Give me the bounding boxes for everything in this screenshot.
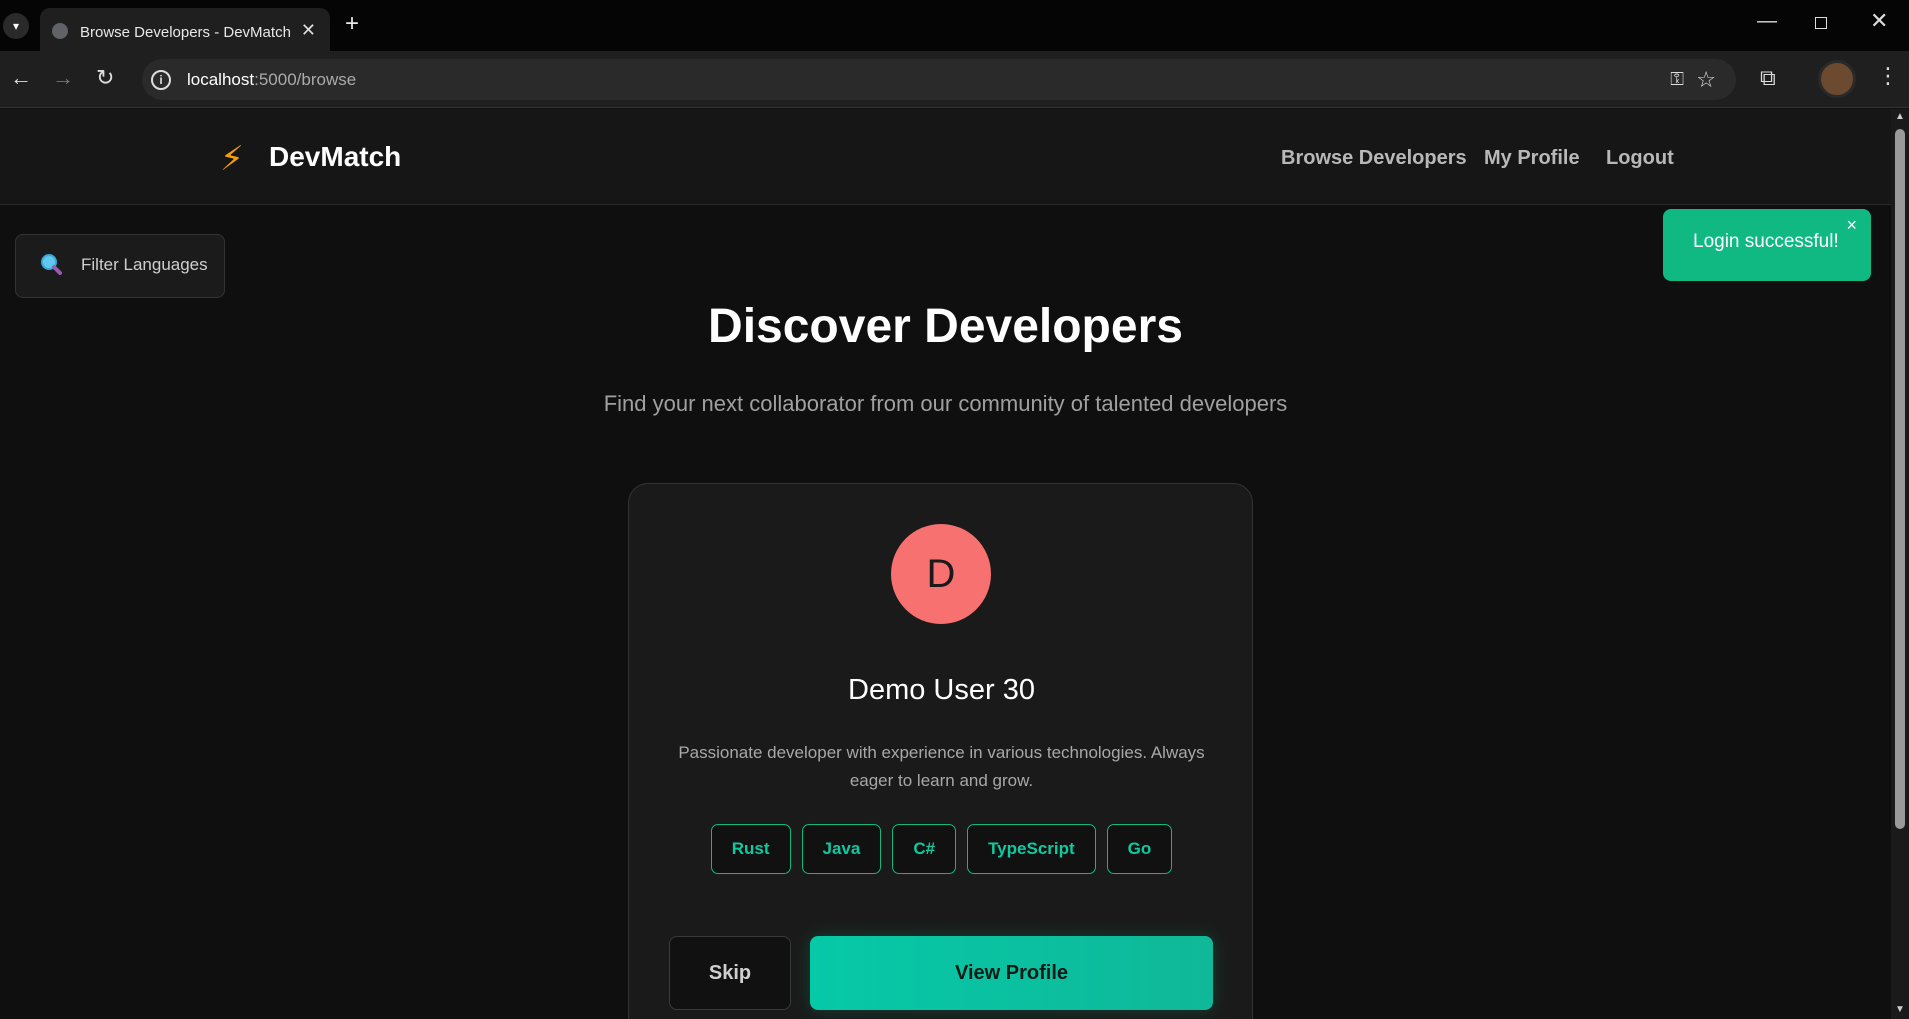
tab-title: Browse Developers - DevMatch (80, 24, 291, 41)
new-tab-icon[interactable]: + (345, 10, 359, 38)
page-title: Discover Developers (708, 300, 1183, 353)
url-text[interactable]: localhost:5000/browse (187, 70, 356, 90)
scroll-thumb[interactable] (1895, 129, 1905, 829)
success-toast: Login successful! × (1663, 209, 1871, 281)
profile-avatar-icon[interactable] (1818, 60, 1856, 98)
page-scrollbar[interactable]: ▲ ▼ (1891, 109, 1909, 1019)
developer-card: D Demo User 30 Passionate developer with… (628, 483, 1253, 1019)
language-tag: TypeScript (967, 824, 1096, 874)
restore-icon[interactable] (1815, 17, 1827, 29)
language-tag: C# (892, 824, 957, 874)
language-tag: Java (801, 824, 882, 874)
magnifier-icon (41, 254, 62, 275)
browser-tab[interactable]: Browse Developers - DevMatch ✕ (40, 8, 330, 51)
tab-close-icon[interactable]: ✕ (301, 20, 316, 41)
back-icon[interactable]: ← (10, 65, 32, 91)
developer-bio: Passionate developer with experience in … (678, 743, 1205, 790)
tab-search-icon[interactable]: ▾ (3, 13, 29, 39)
site-info-icon[interactable]: i (151, 70, 171, 90)
filter-languages-label: Filter Languages (81, 255, 208, 274)
nav-browse-developers[interactable]: Browse Developers (1281, 147, 1467, 170)
filter-languages-button[interactable]: Filter Languages (15, 234, 225, 298)
scroll-up-icon[interactable]: ▲ (1895, 111, 1905, 122)
window-close-icon[interactable]: ✕ (1870, 8, 1888, 34)
browser-toolbar: ← → ↻ i localhost:5000/browse ⚿ ☆ ⧉ ⋮ (0, 51, 1909, 108)
password-key-icon[interactable]: ⚿ (1670, 69, 1684, 90)
page-subtitle: Find your next collaborator from our com… (603, 391, 1288, 416)
scroll-down-icon[interactable]: ▼ (1895, 1004, 1905, 1015)
language-tag: Go (1106, 824, 1173, 874)
bookmark-star-icon[interactable]: ☆ (1696, 67, 1716, 93)
browser-tabbar: ▾ Browse Developers - DevMatch ✕ + — ✕ (0, 0, 1909, 51)
page-viewport: ⚡ DevMatch Browse Developers My Profile … (0, 109, 1891, 1019)
toast-message: Login successful! (1693, 231, 1839, 252)
toast-close-icon[interactable]: × (1846, 215, 1857, 236)
browser-menu-icon[interactable]: ⋮ (1877, 63, 1899, 89)
address-bar[interactable]: i localhost:5000/browse ⚿ ☆ (142, 59, 1736, 100)
developer-name: Demo User 30 (848, 674, 1035, 706)
language-tag: Rust (710, 824, 791, 874)
nav-my-profile[interactable]: My Profile (1484, 147, 1580, 170)
language-tags: Rust Java C# TypeScript Go (629, 824, 1254, 874)
skip-button[interactable]: Skip (669, 936, 791, 1010)
lightning-bolt-icon: ⚡ (220, 140, 244, 178)
view-profile-button[interactable]: View Profile (810, 936, 1213, 1010)
reload-icon[interactable]: ↻ (96, 65, 114, 91)
minimize-icon[interactable]: — (1757, 10, 1777, 33)
extensions-icon[interactable]: ⧉ (1760, 65, 1776, 91)
globe-icon (52, 23, 68, 39)
developer-avatar: D (891, 524, 991, 624)
brand-name[interactable]: DevMatch (269, 141, 401, 173)
forward-icon[interactable]: → (52, 65, 74, 91)
nav-logout[interactable]: Logout (1606, 147, 1674, 170)
app-header: ⚡ DevMatch Browse Developers My Profile … (0, 109, 1891, 205)
